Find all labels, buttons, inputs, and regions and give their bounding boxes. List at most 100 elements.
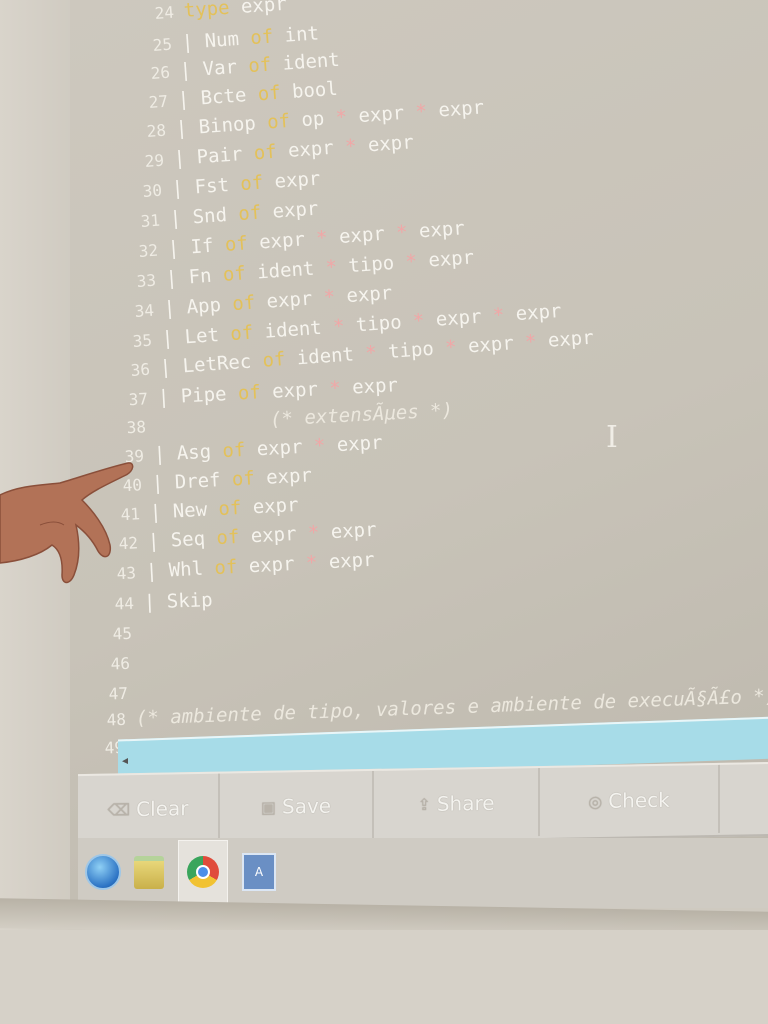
line-number: 48	[106, 709, 127, 730]
line-number: 38	[126, 417, 147, 438]
operator-token: *	[444, 335, 469, 359]
chrome-icon[interactable]	[178, 840, 228, 904]
document-app-icon[interactable]: A	[234, 842, 284, 902]
check-icon: ◎	[588, 791, 603, 811]
code-token: expr	[273, 167, 322, 193]
code-token: tipo	[355, 310, 414, 337]
code-token: | Seq	[147, 527, 218, 553]
line-number: 26	[150, 62, 171, 83]
code-token: expr	[418, 217, 466, 243]
operator-token: *	[324, 255, 350, 279]
keyword-token: of	[237, 200, 274, 226]
check-button[interactable]: ◎ Check	[540, 764, 720, 837]
keyword-token: of	[253, 139, 289, 165]
code-token: expr	[265, 286, 325, 313]
code-token: | If	[167, 233, 226, 260]
code-token: expr	[328, 548, 376, 574]
code-line[interactable]: 47	[94, 678, 139, 708]
code-token: expr	[338, 221, 397, 248]
keyword-token: of	[237, 380, 273, 405]
operator-token: *	[322, 285, 348, 309]
code-token: expr	[271, 377, 330, 403]
keyword-token: of	[231, 466, 267, 491]
code-token: expr	[256, 435, 315, 461]
code-token: expr	[547, 326, 595, 352]
code-token: expr	[330, 518, 378, 544]
operator-token: *	[524, 329, 549, 354]
code-token: expr	[437, 96, 485, 122]
code-token: expr	[345, 281, 393, 308]
keyword-token: of	[221, 438, 258, 463]
line-number: 32	[138, 240, 159, 261]
keyword-token: of	[261, 347, 298, 372]
keyword-token: of	[247, 52, 284, 78]
code-token: | Fst	[171, 173, 242, 200]
line-number: 31	[140, 210, 161, 231]
operator-token: *	[414, 99, 440, 124]
line-number: 30	[142, 180, 163, 201]
code-token: | App	[163, 293, 234, 320]
line-number: 29	[144, 150, 165, 171]
code-token: expr	[258, 227, 318, 254]
code-token: | Var	[179, 55, 250, 82]
save-button[interactable]: ▣ Save	[220, 770, 374, 842]
file-explorer-icon[interactable]	[124, 842, 174, 902]
line-number: 36	[130, 359, 151, 380]
code-token: expr	[514, 300, 563, 326]
line-number: 24	[154, 2, 175, 23]
operator-token: *	[344, 134, 369, 158]
code-token: expr	[252, 493, 300, 519]
code-token: expr	[336, 431, 384, 457]
pointing-hand	[0, 462, 134, 584]
keyword-token: of	[217, 496, 254, 521]
code-token: | Let	[161, 323, 232, 350]
operator-token: *	[315, 225, 340, 250]
line-number: 27	[148, 91, 169, 112]
line-number: 33	[136, 270, 157, 291]
code-token: | Num	[181, 27, 252, 54]
code-token: ident	[296, 342, 367, 370]
code-token: expr	[435, 304, 494, 331]
code-line[interactable]: 45	[98, 618, 143, 648]
operator-token: *	[313, 434, 338, 458]
keyword-token: of	[239, 170, 276, 196]
windows-start-icon[interactable]	[78, 842, 128, 902]
code-token: | Whl	[145, 557, 216, 583]
keyword-token: of	[229, 320, 266, 346]
line-number: 25	[152, 34, 173, 55]
code-token: ident	[256, 256, 327, 284]
wall-below	[0, 930, 768, 1024]
code-token: expr	[467, 331, 526, 358]
code-token: expr	[287, 135, 346, 162]
line-number: 46	[110, 653, 131, 674]
code-token: | Pipe	[157, 382, 239, 409]
code-token: expr	[240, 0, 288, 18]
keyword-token: of	[249, 24, 286, 50]
code-token: int	[283, 22, 320, 47]
line-number: 34	[134, 300, 155, 321]
keyword-token: of	[222, 261, 258, 286]
code-token: | Dref	[151, 468, 233, 495]
clear-button[interactable]: ⌫ Clear	[78, 773, 220, 845]
line-number: 35	[132, 330, 153, 351]
code-line[interactable]: 46	[96, 648, 141, 678]
code-editor[interactable]: 24 type expr 25 | Num of int 26 | Var of iden…	[90, 0, 768, 770]
keyword-token: of	[257, 80, 293, 106]
code-token: expr	[248, 552, 307, 578]
operator-token: *	[305, 551, 330, 575]
code-token: expr	[250, 522, 309, 548]
code-token: expr	[427, 246, 475, 272]
operator-token: *	[334, 105, 360, 129]
scroll-left-arrow-icon[interactable]: ◂	[122, 753, 128, 767]
operator-token: *	[492, 303, 517, 327]
code-token: | Snd	[169, 203, 240, 230]
save-label: Save	[282, 793, 332, 819]
keyword-token: of	[231, 290, 268, 316]
code-token: ident	[281, 48, 341, 75]
share-button[interactable]: ⇪ Share	[374, 768, 540, 839]
operator-token: *	[364, 340, 389, 365]
operator-token: *	[328, 376, 353, 400]
code-token: tipo	[387, 337, 446, 363]
line-number: 45	[112, 623, 133, 644]
code-token: | Fn	[165, 263, 224, 290]
